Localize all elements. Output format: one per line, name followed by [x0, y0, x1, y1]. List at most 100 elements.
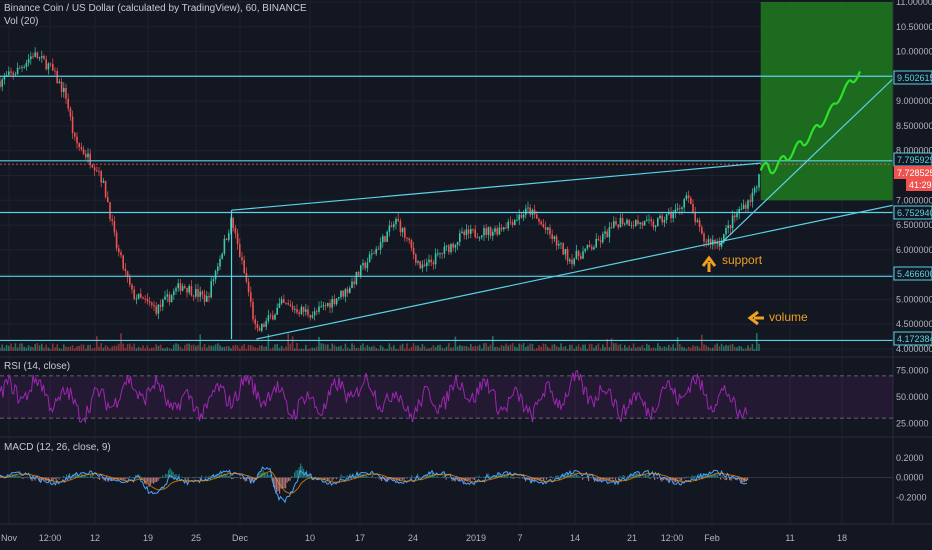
- candle-body: [751, 192, 754, 202]
- volume-bar: [646, 343, 648, 351]
- candle-body: [536, 214, 538, 219]
- price-tag-level-4[interactable]: 5.4666000: [893, 266, 932, 281]
- candle-body: [432, 262, 435, 265]
- price-axis-tick: 7.0000000: [896, 195, 932, 205]
- macd-histogram-bar: [406, 477, 408, 479]
- candle-body: [41, 55, 43, 58]
- candle-body: [373, 253, 375, 255]
- candle-body: [14, 74, 17, 76]
- countdown-tag[interactable]: 41:29: [906, 179, 932, 191]
- candle-body: [758, 174, 760, 188]
- volume-bar: [71, 345, 74, 351]
- volume-bar: [98, 346, 100, 351]
- time-axis-tick: 25: [191, 533, 201, 543]
- volume-bar: [698, 347, 701, 351]
- volume-bar: [514, 346, 516, 351]
- price-tag-level-5[interactable]: 4.1723848: [893, 331, 932, 346]
- candle-body: [206, 295, 208, 302]
- candle-body: [562, 243, 564, 255]
- candle-body: [670, 212, 672, 219]
- candle-body: [320, 306, 322, 308]
- candle-body: [498, 227, 501, 235]
- volume-bar: [258, 345, 261, 351]
- chart-canvas[interactable]: support volume 75.0000 50.0000 25.0000 0.2…: [0, 0, 932, 550]
- macd-histogram-bar: [288, 477, 290, 482]
- volume-bar: [102, 347, 105, 351]
- candle-body: [93, 167, 96, 171]
- candle-body: [283, 299, 285, 303]
- price-tag-current[interactable]: 7.7285250: [894, 166, 932, 179]
- volume-bar: [151, 347, 153, 351]
- candle-body: [324, 305, 327, 306]
- macd-histogram-bar: [205, 475, 207, 478]
- volume-bar: [663, 346, 666, 351]
- price-tag-level-2[interactable]: 7.7959290: [893, 152, 932, 167]
- price-tag-level-5-text: 4.1723848: [897, 334, 932, 344]
- volume-bar: [340, 345, 342, 351]
- volume-bar: [650, 348, 652, 351]
- volume-bar: [371, 346, 373, 351]
- candle-body: [346, 289, 349, 293]
- volume-bar: [582, 344, 584, 351]
- volume-bar: [467, 347, 470, 351]
- time-axis-tick: 14: [570, 533, 580, 543]
- candle-body: [311, 315, 314, 318]
- macd-histogram-bar: [87, 476, 89, 478]
- candle-body: [58, 81, 61, 84]
- volume-bar: [129, 343, 131, 351]
- candle-body: [551, 234, 553, 239]
- candle-body: [47, 63, 50, 70]
- rsi-axis-tick: 25.0000: [896, 418, 929, 428]
- candle-body: [681, 207, 683, 209]
- candle-body: [144, 298, 146, 300]
- volume-bar: [327, 344, 329, 351]
- volume-bar: [388, 343, 391, 351]
- price-tag-level-3[interactable]: 6.7529400: [893, 205, 932, 220]
- volume-bar: [269, 348, 272, 351]
- macd-histogram-bar: [195, 476, 197, 478]
- volume-bar: [168, 348, 171, 351]
- volume-bar: [349, 348, 351, 351]
- macd-histogram-bar: [577, 475, 579, 478]
- volume-bar: [199, 334, 201, 351]
- volume-bar: [184, 345, 186, 351]
- volume-bar: [619, 344, 622, 351]
- volume-bar: [0, 347, 1, 351]
- volume-bar: [135, 348, 138, 351]
- volume-bar: [63, 344, 65, 351]
- macd-histogram-bar: [292, 476, 294, 478]
- candle-body: [390, 225, 393, 227]
- macd-histogram-bar: [283, 477, 285, 489]
- volume-bar: [654, 348, 657, 351]
- volume-bar: [489, 344, 492, 351]
- time-axis-tick: 12: [90, 533, 100, 543]
- candle-body: [85, 154, 87, 158]
- price-axis-tick: 4.5000000: [896, 319, 932, 329]
- macd-title: MACD (12, 26, close, 9): [4, 442, 111, 453]
- candle-body: [43, 55, 45, 60]
- candle-body: [404, 227, 406, 238]
- macd-histogram-bar: [270, 474, 272, 478]
- candle-body: [690, 197, 692, 204]
- candle-body: [104, 180, 107, 198]
- price-tag-level-1-text: 9.5026159: [897, 73, 932, 83]
- candle-body: [140, 293, 142, 298]
- price-tag-level-1[interactable]: 9.5026159: [893, 70, 932, 85]
- candle-body: [133, 289, 135, 300]
- volume-bar: [329, 348, 331, 351]
- price-tag-level-4-text: 5.4666000: [897, 269, 932, 279]
- candle-body: [25, 62, 28, 68]
- candle-body: [164, 296, 166, 300]
- volume-bar: [718, 346, 721, 351]
- volume-bar: [738, 345, 740, 351]
- candle-body: [571, 259, 573, 265]
- candle-body: [610, 227, 613, 228]
- candle-body: [386, 231, 388, 242]
- candle-body: [384, 236, 386, 242]
- volume-bar: [19, 343, 21, 351]
- macd-histogram-bar: [240, 477, 242, 479]
- candle-body: [135, 298, 138, 300]
- volume-bar: [41, 343, 43, 351]
- macd-histogram-bar: [346, 475, 348, 478]
- volume-bar: [188, 343, 190, 351]
